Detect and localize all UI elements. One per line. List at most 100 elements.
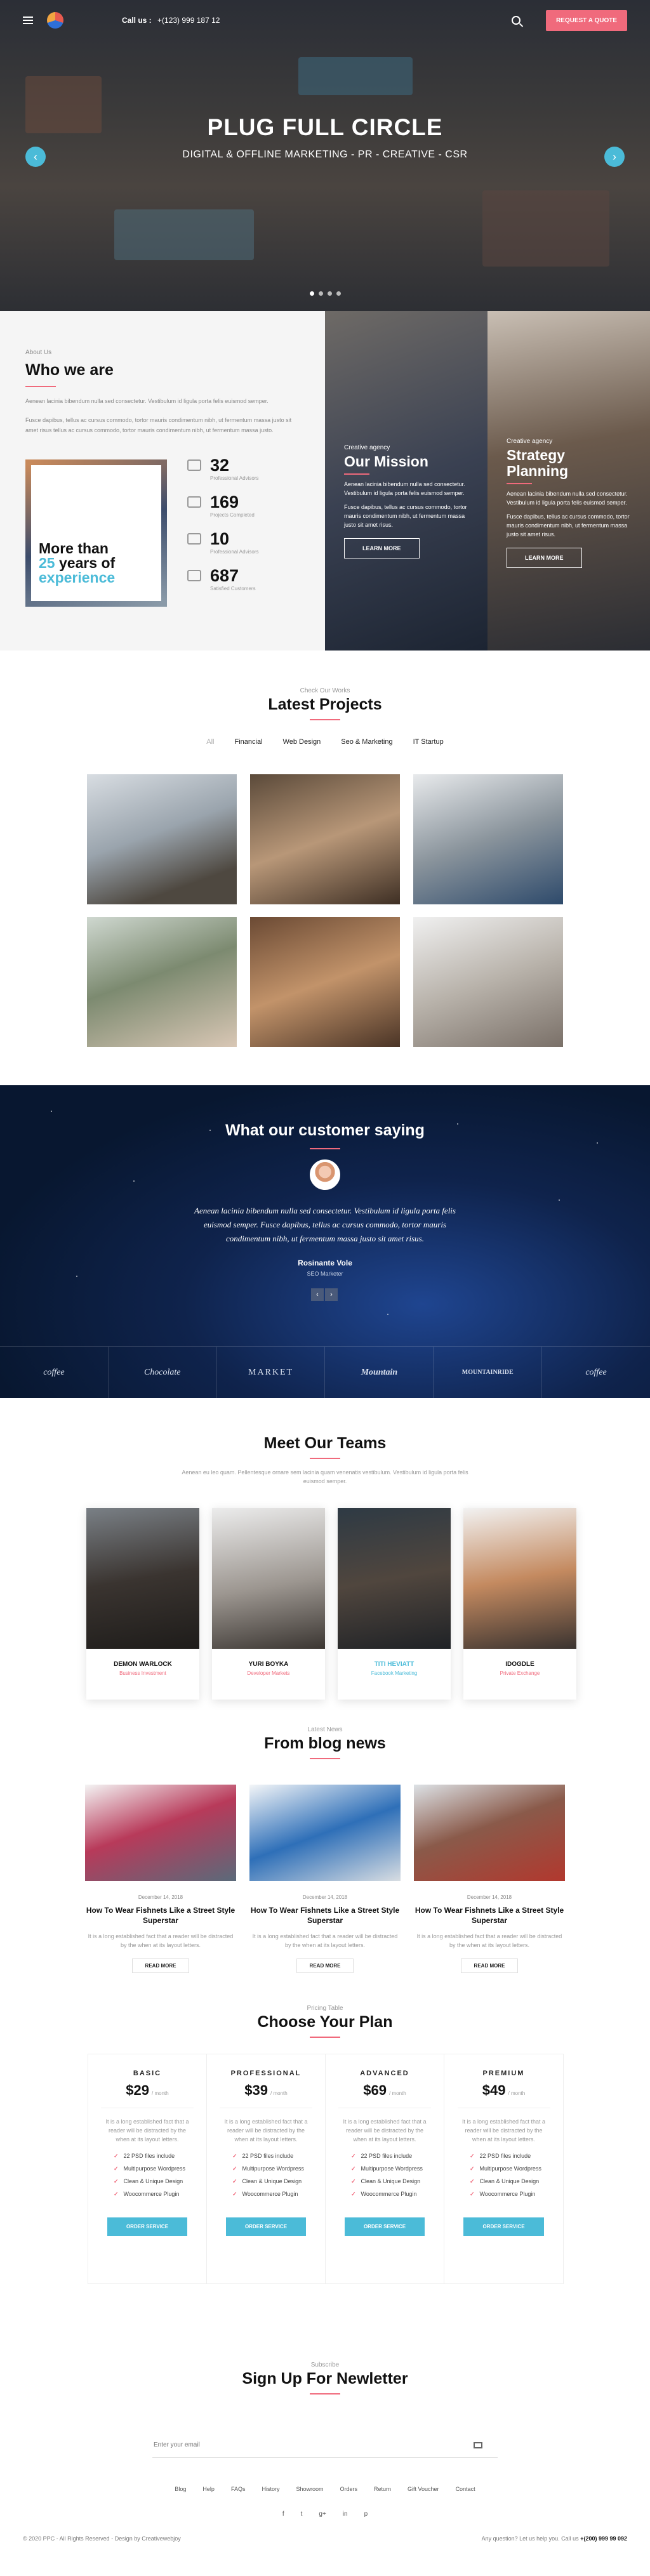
facebook-icon[interactable]: f — [282, 2511, 284, 2518]
email-input[interactable] — [154, 2441, 474, 2448]
card-title: Planning — [507, 463, 569, 479]
order-service-button[interactable]: ORDER SERVICE — [344, 2217, 425, 2236]
title-underline — [310, 1758, 340, 1759]
footer-link-help[interactable]: Help — [202, 2486, 215, 2492]
testimonial-next-icon[interactable]: › — [325, 1288, 338, 1301]
footer-link-orders[interactable]: Orders — [340, 2486, 358, 2492]
strategy-card: Creative agency Strategy Planning Aenean … — [488, 311, 650, 651]
plan-feature: Woocommerce Plugin — [114, 2191, 206, 2198]
footer-phone[interactable]: +(200) 999 99 092 — [580, 2535, 627, 2542]
order-service-button[interactable]: ORDER SERVICE — [107, 2217, 188, 2236]
plan-price: $49 — [482, 2082, 506, 2098]
blog-header: Latest News From blog news — [0, 1726, 650, 1759]
plan-name: ADVANCED — [360, 2070, 409, 2077]
stat-value: 169 — [210, 492, 239, 512]
read-more-button[interactable]: READ MORE — [460, 1958, 519, 1973]
order-service-button[interactable]: ORDER SERVICE — [225, 2217, 307, 2236]
blog-grid: December 14, 2018 How To Wear Fishnets L… — [85, 1785, 565, 1973]
about-paragraph: Fusce dapibus, tellus ac cursus commodo,… — [25, 417, 292, 433]
testimonial-quote: Aenean lacinia bibendum nulla sed consec… — [194, 1206, 456, 1243]
card-title: Strategy — [507, 447, 566, 463]
footer-link-showroom[interactable]: Showroom — [296, 2486, 323, 2492]
post-image[interactable] — [249, 1785, 401, 1881]
filter-seo-marketing[interactable]: Seo & Marketing — [341, 738, 392, 746]
project-image[interactable] — [413, 917, 563, 1047]
hero-next-arrow-icon[interactable]: › — [604, 147, 625, 167]
plan-feature: Woocommerce Plugin — [351, 2191, 444, 2198]
card-underline — [507, 483, 532, 484]
projects-icon — [187, 496, 201, 508]
title-underline — [310, 2037, 340, 2038]
plan-basic: BASIC $29/ month It is a long establishe… — [88, 2054, 207, 2283]
plan-features: 22 PSD files include Multipurpose Wordpr… — [444, 2153, 563, 2198]
linkedin-icon[interactable]: in — [343, 2511, 348, 2518]
team-member-card[interactable]: IDOGDLE Private Exchange — [463, 1508, 576, 1700]
read-more-button[interactable]: READ MORE — [131, 1958, 190, 1973]
team-title: Meet Our Teams — [263, 1434, 387, 1452]
learn-more-button[interactable]: LEARN MORE — [507, 548, 582, 568]
plan-advanced: ADVANCED $69/ month It is a long establi… — [326, 2054, 444, 2283]
hero-prev-arrow-icon[interactable]: ‹ — [25, 147, 46, 167]
hero-backdrop-shape — [298, 57, 413, 95]
filter-it-startup[interactable]: IT Startup — [413, 738, 444, 746]
footer-link-return[interactable]: Return — [374, 2486, 391, 2492]
footer-link-gift-voucher[interactable]: Gift Voucher — [408, 2486, 439, 2492]
order-service-button[interactable]: ORDER SERVICE — [463, 2217, 544, 2236]
request-quote-button[interactable]: REQUEST A QUOTE — [546, 10, 627, 31]
twitter-icon[interactable]: t — [301, 2511, 303, 2518]
learn-more-button[interactable]: LEARN MORE — [344, 538, 420, 558]
footer-link-blog[interactable]: Blog — [175, 2486, 186, 2492]
site-logo[interactable] — [47, 11, 88, 30]
title-underline — [310, 1148, 340, 1149]
google-plus-icon[interactable]: g+ — [319, 2511, 326, 2518]
footer-link-faqs[interactable]: FAQs — [231, 2486, 246, 2492]
testimonial-prev-icon[interactable]: ‹ — [311, 1288, 324, 1301]
blog-post: December 14, 2018 How To Wear Fishnets L… — [249, 1785, 401, 1973]
slider-dot[interactable] — [336, 291, 341, 296]
project-image[interactable] — [250, 774, 400, 904]
post-title[interactable]: How To Wear Fishnets Like a Street Style… — [85, 1905, 236, 1925]
testimonial-section: What our customer saying Aenean lacinia … — [0, 1085, 650, 1398]
search-icon[interactable] — [512, 16, 521, 25]
mission-card: Creative agency Our Mission Aenean lacin… — [325, 311, 488, 651]
read-more-button[interactable]: READ MORE — [296, 1958, 354, 1973]
footer-link-history[interactable]: History — [262, 2486, 279, 2492]
post-title[interactable]: How To Wear Fishnets Like a Street Style… — [249, 1905, 401, 1925]
pinterest-icon[interactable]: p — [364, 2511, 368, 2518]
hero-subtitle: DIGITAL & OFFLINE MARKETING - PR - CREAT… — [182, 149, 468, 160]
filter-financial[interactable]: Financial — [235, 738, 263, 746]
phone-number[interactable]: +(123) 999 187 12 — [157, 16, 220, 25]
team-member-card[interactable]: TITI HEVIATT Facebook Marketing — [338, 1508, 451, 1700]
team-member-card[interactable]: YURI BOYKA Developer Markets — [212, 1508, 325, 1700]
post-image[interactable] — [414, 1785, 565, 1881]
footer-link-contact[interactable]: Contact — [456, 2486, 475, 2492]
plan-period: / month — [389, 2091, 406, 2096]
slider-dot[interactable] — [309, 291, 314, 296]
menu-icon[interactable] — [23, 17, 33, 24]
team-member-card[interactable]: DEMON WARLOCK Business Investment — [86, 1508, 199, 1700]
plan-description: It is a long established fact that a rea… — [105, 2118, 189, 2143]
slider-dot[interactable] — [318, 291, 323, 296]
post-title[interactable]: How To Wear Fishnets Like a Street Style… — [414, 1905, 565, 1925]
project-image[interactable] — [250, 917, 400, 1047]
member-role: Developer Markets — [247, 1670, 290, 1676]
stat-label: Professional Advisors — [210, 549, 259, 555]
project-image[interactable] — [413, 774, 563, 904]
plan-premium: PREMIUM $49/ month It is a long establis… — [444, 2054, 563, 2283]
pricing-plans: BASIC $29/ month It is a long establishe… — [88, 2054, 564, 2284]
project-image[interactable] — [87, 917, 237, 1047]
title-underline — [310, 719, 340, 720]
customer-avatar — [310, 1159, 340, 1190]
filter-all[interactable]: All — [206, 738, 214, 746]
filter-web-design[interactable]: Web Design — [283, 738, 321, 746]
member-role: Facebook Marketing — [371, 1670, 418, 1676]
blog-eyebrow: Latest News — [307, 1726, 343, 1733]
experience-line: experience — [39, 569, 116, 586]
plan-name: PREMIUM — [482, 2070, 525, 2077]
slider-dot[interactable] — [327, 291, 332, 296]
post-image[interactable] — [85, 1785, 236, 1881]
mail-icon[interactable] — [474, 2441, 482, 2448]
blog-section: Latest News From blog news December 14, … — [0, 1726, 650, 1992]
project-image[interactable] — [87, 774, 237, 904]
top-navigation: Call us : +(123) 999 187 12 REQUEST A QU… — [0, 0, 650, 41]
